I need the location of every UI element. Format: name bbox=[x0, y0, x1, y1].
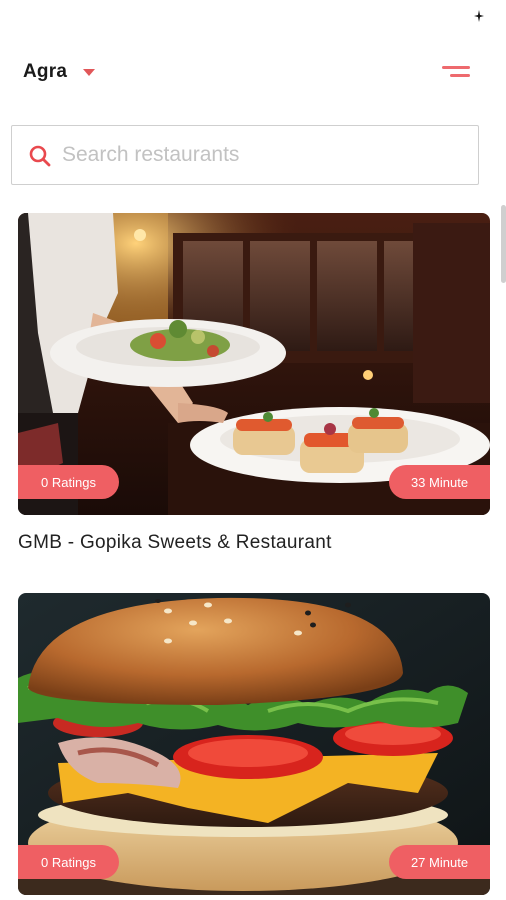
app-screen: Agra Search restaurants 0 Ratings 33 Min… bbox=[0, 0, 506, 900]
restaurant-card[interactable]: 0 Ratings 27 Minute bbox=[18, 593, 490, 895]
ratings-badge: 0 Ratings bbox=[18, 465, 119, 499]
restaurant-card[interactable]: 0 Ratings 33 Minute GMB - Gopika Sweets … bbox=[18, 213, 490, 554]
restaurant-name[interactable]: GMB - Gopika Sweets & Restaurant bbox=[18, 532, 490, 554]
search-input[interactable] bbox=[62, 126, 462, 184]
restaurant-image: 0 Ratings 27 Minute bbox=[18, 593, 490, 895]
search-icon bbox=[29, 145, 51, 167]
delivery-time-badge: 33 Minute bbox=[389, 465, 490, 499]
caret-down-icon bbox=[83, 68, 96, 76]
search-box bbox=[11, 125, 479, 185]
header: Agra bbox=[0, 58, 506, 88]
city-selector[interactable]: Agra bbox=[23, 58, 96, 86]
signal-icon bbox=[474, 10, 484, 22]
status-bar bbox=[0, 0, 506, 34]
scrollbar-thumb[interactable] bbox=[501, 205, 506, 283]
ratings-badge: 0 Ratings bbox=[18, 845, 119, 879]
delivery-time-badge: 27 Minute bbox=[389, 845, 490, 879]
city-name: Agra bbox=[23, 61, 68, 82]
restaurant-image: 0 Ratings 33 Minute bbox=[18, 213, 490, 515]
menu-icon[interactable] bbox=[442, 66, 470, 80]
